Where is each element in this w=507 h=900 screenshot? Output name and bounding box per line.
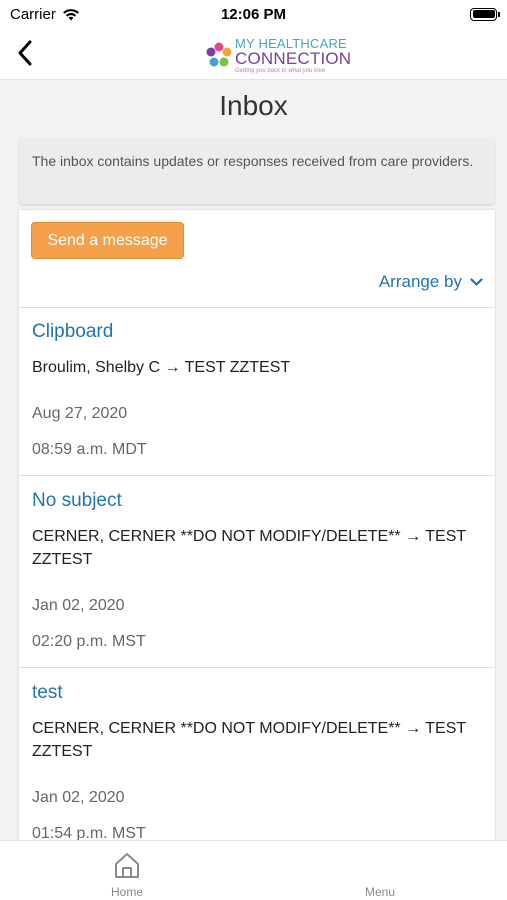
logo-line1: MY HEALTHCARE bbox=[235, 35, 347, 51]
app-logo: MY HEALTHCARE CONNECTION Getting you bac… bbox=[205, 33, 355, 77]
message-time: 08:59 a.m. MDT bbox=[32, 441, 147, 458]
nav-bar: MY HEALTHCARE CONNECTION Getting you bac… bbox=[0, 28, 507, 80]
wifi-icon bbox=[62, 8, 79, 20]
inbox-card: Send a message Arrange by Clipboard Brou… bbox=[19, 210, 495, 890]
page-title: Inbox bbox=[219, 90, 288, 121]
message-subject: Clipboard bbox=[32, 321, 114, 342]
message-item[interactable]: Clipboard Broulim, Shelby C → TEST ZZTES… bbox=[19, 307, 495, 475]
carrier-group: Carrier bbox=[10, 6, 80, 23]
message-date: Aug 27, 2020 bbox=[32, 405, 128, 422]
tab-bar: Home Menu bbox=[0, 840, 507, 900]
arrange-by-dropdown[interactable]: Arrange by bbox=[379, 272, 483, 292]
message-subject: test bbox=[32, 682, 63, 703]
send-message-button[interactable]: Send a message bbox=[31, 222, 184, 259]
chevron-down-icon bbox=[470, 277, 483, 286]
message-participants: CERNER, CERNER **DO NOT MODIFY/DELETE** … bbox=[32, 720, 466, 760]
arrange-by-label: Arrange by bbox=[378, 272, 462, 291]
message-participants: CERNER, CERNER **DO NOT MODIFY/DELETE** … bbox=[32, 528, 466, 568]
tab-menu-label: Menu bbox=[364, 885, 396, 899]
message-date: Jan 02, 2020 bbox=[32, 597, 125, 614]
tab-home-label: Home bbox=[110, 885, 143, 899]
message-time: 02:20 p.m. MST bbox=[32, 633, 146, 650]
message-item[interactable]: No subject CERNER, CERNER **DO NOT MODIF… bbox=[19, 475, 495, 667]
message-participants: Broulim, Shelby C → TEST ZZTEST bbox=[32, 359, 291, 376]
message-date: Jan 02, 2020 bbox=[32, 789, 125, 806]
chevron-left-icon bbox=[18, 40, 32, 66]
tab-home[interactable]: Home bbox=[67, 841, 187, 900]
info-banner: The inbox contains updates or responses … bbox=[19, 138, 495, 204]
status-bar: Carrier 12:06 PM bbox=[0, 0, 507, 28]
back-button[interactable] bbox=[12, 38, 38, 68]
carrier-label: Carrier bbox=[10, 5, 56, 23]
message-subject: No subject bbox=[32, 490, 122, 511]
logo-tagline: Getting you back to what you love bbox=[235, 67, 326, 74]
logo-line2: CONNECTION bbox=[235, 48, 352, 68]
tab-menu[interactable]: Menu bbox=[320, 841, 440, 900]
home-icon bbox=[115, 853, 139, 878]
logo-flower-icon bbox=[206, 42, 232, 67]
battery-icon bbox=[470, 7, 500, 21]
